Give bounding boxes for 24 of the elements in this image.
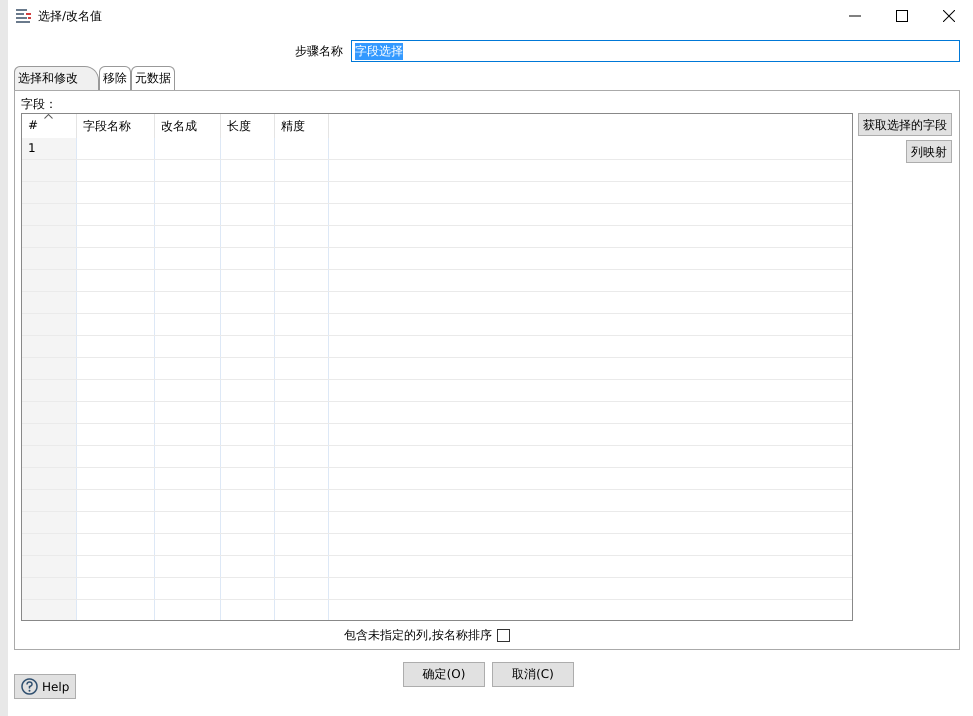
row-number-cell: 1 [22, 138, 77, 159]
fields-label: 字段： [21, 96, 58, 113]
column-header[interactable]: 字段名称 [83, 119, 131, 133]
checkbox[interactable] [496, 629, 510, 642]
dialog-button[interactable]: 确定(O) [403, 662, 485, 687]
close-icon[interactable] [943, 10, 955, 22]
step-name-label: 步骤名称 [295, 42, 343, 60]
side-button[interactable]: 获取选择的字段 [858, 113, 952, 136]
help-icon [21, 678, 38, 695]
maximize-icon[interactable] [896, 10, 908, 22]
include-unspecified-label: 包含未指定的列,按名称排序 [344, 627, 492, 644]
dialog-button[interactable]: 取消(C) [492, 662, 574, 687]
column-header[interactable]: 长度 [227, 119, 251, 133]
app-icon [16, 9, 32, 23]
window-title: 选择/改名值 [38, 8, 102, 24]
tab[interactable]: 元数据 [131, 66, 175, 90]
column-header[interactable]: 改名成 [161, 119, 197, 133]
column-header[interactable]: 精度 [281, 119, 305, 133]
column-header[interactable]: # [28, 118, 38, 132]
tab[interactable]: 选择和修改 [14, 66, 99, 90]
side-button[interactable]: 列映射 [906, 140, 952, 163]
sort-caret-icon [44, 114, 53, 119]
help-button[interactable]: Help [14, 674, 76, 699]
tab[interactable]: 移除 [99, 66, 131, 90]
